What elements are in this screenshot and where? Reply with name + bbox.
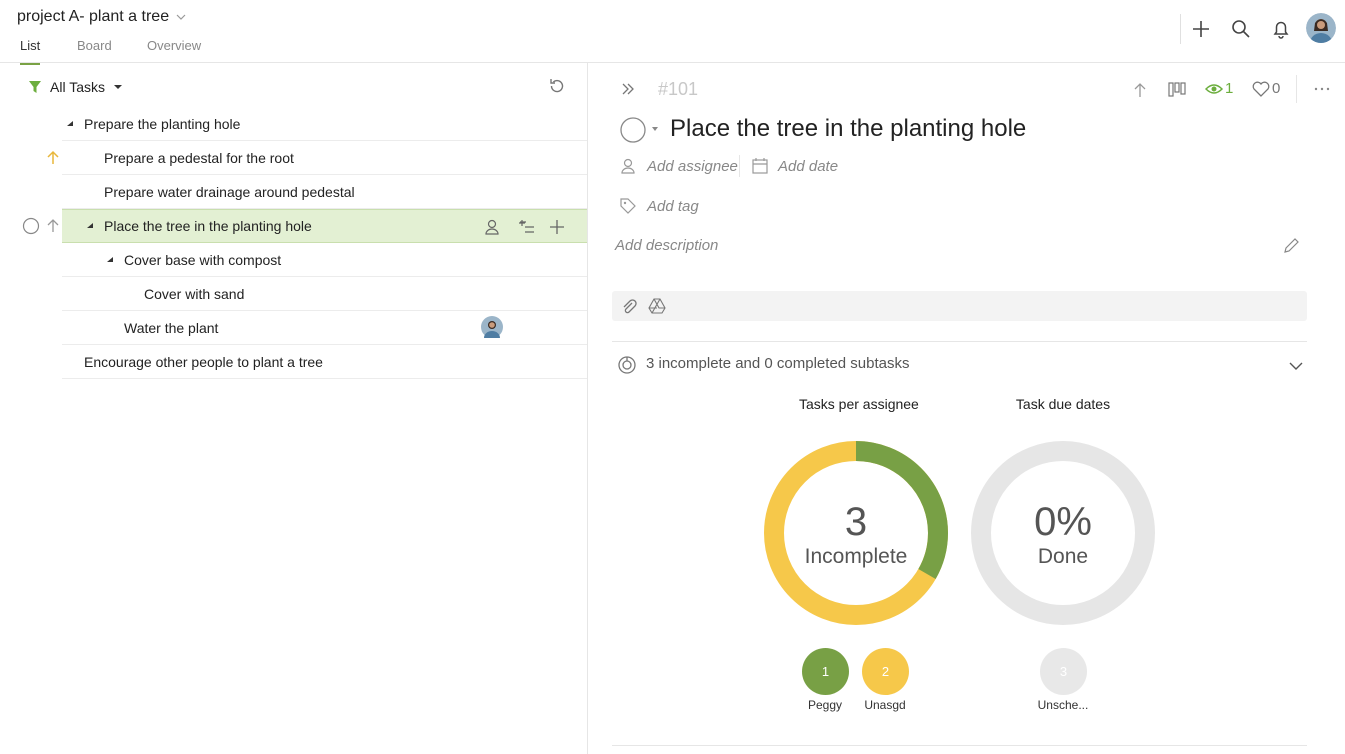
- assignee-avatar[interactable]: [481, 316, 503, 338]
- add-date-button[interactable]: Add date: [778, 158, 838, 175]
- task-row[interactable]: Prepare water drainage around pedestal: [62, 175, 587, 209]
- donut-center-assignee: 3 Incomplete: [786, 500, 926, 570]
- plus-icon[interactable]: [548, 218, 566, 236]
- chart-title-due: Task due dates: [1015, 396, 1111, 412]
- collapse-triangle-icon[interactable]: [86, 222, 94, 230]
- tag-icon: [620, 198, 636, 214]
- complete-circle-icon[interactable]: [22, 217, 40, 235]
- tab-overview[interactable]: Overview: [147, 38, 201, 63]
- task-title: Prepare the planting hole: [84, 115, 241, 132]
- collapse-panel-icon[interactable]: [620, 81, 636, 97]
- pencil-icon[interactable]: [1282, 237, 1300, 255]
- likes-counter[interactable]: 0: [1252, 80, 1280, 97]
- refresh-icon[interactable]: [548, 77, 566, 95]
- project-title-text: project A- plant a tree: [17, 8, 170, 25]
- done-percent: 0%: [1034, 500, 1092, 544]
- heart-icon: [1252, 81, 1270, 97]
- filter-label: All Tasks: [50, 79, 105, 95]
- calendar-icon: [752, 158, 768, 174]
- task-title: Prepare a pedestal for the root: [104, 149, 294, 166]
- legend-unscheduled-count[interactable]: 3: [1040, 648, 1087, 695]
- task-title: Encourage other people to plant a tree: [84, 353, 323, 370]
- task-row[interactable]: Prepare the planting hole: [62, 107, 587, 141]
- chevron-down-icon[interactable]: [1288, 358, 1304, 374]
- assign-user-icon[interactable]: [483, 218, 501, 236]
- add-assignee-button[interactable]: Add assignee: [647, 158, 738, 175]
- paperclip-icon[interactable]: [620, 297, 638, 315]
- legend-unassigned-count[interactable]: 2: [862, 648, 909, 695]
- collapse-triangle-icon[interactable]: [106, 256, 114, 264]
- incomplete-label: Incomplete: [804, 545, 908, 568]
- task-detail-panel: #101 1 0 Place the tree in the planting …: [588, 63, 1345, 754]
- task-list-panel: All Tasks Prepare the planting hole Prep…: [0, 63, 588, 754]
- chart-title-assignee: Tasks per assignee: [799, 396, 919, 412]
- watchers-count: 1: [1225, 80, 1234, 97]
- more-options-icon[interactable]: [1314, 81, 1330, 97]
- task-title: Prepare water drainage around pedestal: [104, 183, 355, 200]
- collapse-triangle-icon[interactable]: [66, 120, 74, 128]
- task-row[interactable]: Encourage other people to plant a tree: [62, 345, 587, 379]
- arrow-up-icon[interactable]: [44, 217, 62, 235]
- filter-dropdown[interactable]: All Tasks: [28, 79, 123, 95]
- top-header: project A- plant a tree List Board Overv…: [0, 0, 1345, 65]
- arrow-up-icon: [47, 150, 59, 164]
- task-title: Water the plant: [124, 319, 219, 336]
- search-icon[interactable]: [1230, 18, 1252, 40]
- divider: [1296, 75, 1297, 103]
- task-title: Cover with sand: [144, 285, 245, 302]
- complete-task-toggle[interactable]: [620, 117, 660, 143]
- task-detail-title[interactable]: Place the tree in the planting hole: [670, 115, 1026, 143]
- tab-list[interactable]: List: [20, 38, 41, 65]
- attachments-bar: [612, 291, 1307, 321]
- divider: [739, 155, 740, 177]
- watchers-counter[interactable]: 1: [1205, 80, 1233, 97]
- bell-icon[interactable]: [1270, 18, 1292, 40]
- likes-count: 0: [1272, 80, 1281, 97]
- legend-unassigned-label: Unasgd: [864, 698, 906, 712]
- section-divider: [612, 745, 1307, 746]
- task-row-selected[interactable]: Place the tree in the planting hole: [62, 209, 587, 243]
- caret-down-icon: [113, 85, 122, 89]
- project-title[interactable]: project A- plant a tree: [17, 8, 187, 26]
- google-drive-icon[interactable]: [648, 297, 666, 315]
- task-row[interactable]: Cover base with compost: [62, 243, 587, 277]
- filter-icon: [29, 81, 41, 93]
- user-icon: [621, 158, 635, 174]
- donut-center-due: 0% Done: [993, 500, 1133, 570]
- legend-unscheduled-label: Unsche...: [1037, 698, 1089, 712]
- user-avatar[interactable]: [1306, 13, 1336, 43]
- incomplete-count: 3: [844, 500, 868, 544]
- task-row[interactable]: Cover with sand: [62, 277, 587, 311]
- task-title: Place the tree in the planting hole: [104, 218, 312, 234]
- legend-peggy-count[interactable]: 1: [802, 648, 849, 695]
- add-description-field[interactable]: Add description: [615, 237, 718, 254]
- task-title: Cover base with compost: [124, 251, 282, 268]
- section-divider: [612, 341, 1307, 342]
- add-tag-button[interactable]: Add tag: [647, 198, 699, 215]
- board-columns-icon[interactable]: [1167, 80, 1187, 100]
- tab-board[interactable]: Board: [77, 38, 112, 63]
- add-subtask-list-icon[interactable]: [518, 218, 536, 236]
- plus-icon[interactable]: [1190, 18, 1212, 40]
- header-divider: [1180, 14, 1181, 44]
- chevron-down-icon: [176, 14, 186, 20]
- task-row[interactable]: Water the plant: [62, 311, 587, 345]
- eye-icon: [1205, 83, 1223, 94]
- subtasks-progress-icon: [618, 356, 636, 374]
- subtasks-summary: 3 incomplete and 0 completed subtasks: [646, 355, 910, 372]
- task-id: #101: [658, 79, 699, 99]
- done-label: Done: [1037, 545, 1089, 568]
- arrow-up-icon[interactable]: [1131, 81, 1149, 99]
- task-row[interactable]: Prepare a pedestal for the root: [62, 141, 587, 175]
